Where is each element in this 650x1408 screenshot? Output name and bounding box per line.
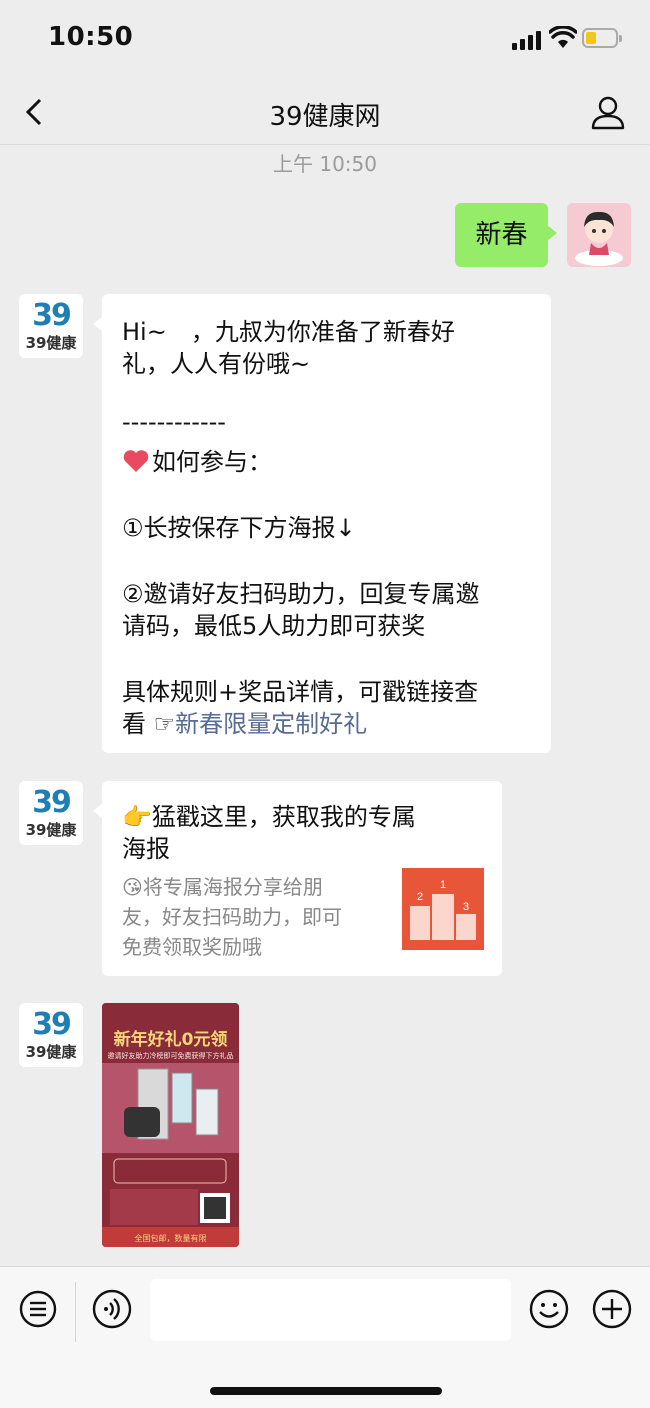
message-line: 看 ☞新春限量定制好礼 [122,704,367,739]
contact-avatar[interactable]: 39 39健康 [19,1003,83,1067]
avatar-illustration-icon [575,211,623,266]
my-avatar[interactable] [567,203,631,267]
message-line: ------------ [122,408,226,436]
status-time: 10:50 [48,22,134,52]
message-line: Hi~ ，九叔为你准备了新春好 [122,318,455,346]
podium-label: 1 [440,879,446,891]
battery-icon [582,28,622,48]
poster-link-card[interactable]: 👉猛戳这里，获取我的专属 海报 😘将专属海报分享给朋 友，好友扫码助力，即可 免… [93,781,502,976]
message-line: ①长按保存下方海报↓ [122,514,356,542]
message-line-text: 看 ☞ [122,710,176,738]
menu-divider [75,1282,76,1342]
plus-icon[interactable] [592,1289,632,1329]
podium-icon: 2 1 3 [410,879,476,940]
poster-image-message[interactable]: 新年好礼0元领 邀请好友助力冷榜即可免费获得下方礼品 全国包邮，数量有限 [102,1003,239,1247]
input-bar [0,1266,650,1408]
message-input[interactable] [150,1279,511,1341]
heart-icon [123,450,149,472]
message-line: 请码，最低5人助力即可获奖 [122,612,426,640]
card-title-line: 👉猛戳这里，获取我的专属 [122,803,416,831]
message-line: ②邀请好友扫码助力，回复专属邀 [122,580,480,608]
podium-label: 3 [463,901,469,913]
avatar-logo-name: 39健康 [25,821,77,839]
card-description-line: 免费领取奖励哦 [122,935,262,959]
wifi-icon [549,26,577,48]
card-description-line: 友，好友扫码助力，即可 [122,905,342,929]
received-text-message[interactable]: Hi~ ，九叔为你准备了新春好 礼，人人有份哦~ ------------ 如何… [93,294,551,753]
contact-avatar[interactable]: 39 39健康 [19,781,83,845]
sent-message-bubble[interactable]: 新春 [455,203,557,267]
status-bar: 10:50 [0,0,650,80]
person-icon[interactable] [588,92,628,132]
home-indicator [210,1387,442,1395]
poster-title: 新年好礼0元领 [113,1030,228,1050]
voice-icon[interactable] [92,1289,132,1329]
avatar-logo-numeral: 39 [32,298,72,333]
card-description-line: 😘将专属海报分享给朋 [122,875,323,899]
avatar-logo-numeral: 39 [32,785,72,820]
avatar-logo-name: 39健康 [25,1043,77,1061]
message-line: 如何参与： [122,442,272,477]
menu-list-icon[interactable] [18,1289,58,1329]
gift-link[interactable]: 新春限量定制好礼 [175,710,367,738]
battery-fill [586,32,596,44]
poster-subtitle: 邀请好友助力冷榜即可免费获得下方礼品 [107,1052,234,1060]
poster-footer: 全国包邮，数量有限 [134,1234,207,1243]
signal-icon [512,30,544,50]
contact-avatar[interactable]: 39 39健康 [19,294,83,358]
podium-thumbnail: 2 1 3 [402,868,484,950]
nav-bar: 39健康网 [0,80,650,145]
card-title-line: 海报 [122,835,170,863]
message-line-text: 如何参与： [152,448,272,476]
message-timestamp: 上午 10:50 [273,152,377,176]
emoji-icon[interactable] [529,1289,569,1329]
avatar-logo-numeral: 39 [32,1007,72,1042]
podium-label: 2 [417,891,423,903]
chat-title: 39健康网 [269,102,381,132]
message-line: 具体规则+奖品详情，可戳链接查 [122,678,479,706]
message-line: 礼，人人有份哦~ [122,350,311,378]
avatar-logo-name: 39健康 [25,334,77,352]
